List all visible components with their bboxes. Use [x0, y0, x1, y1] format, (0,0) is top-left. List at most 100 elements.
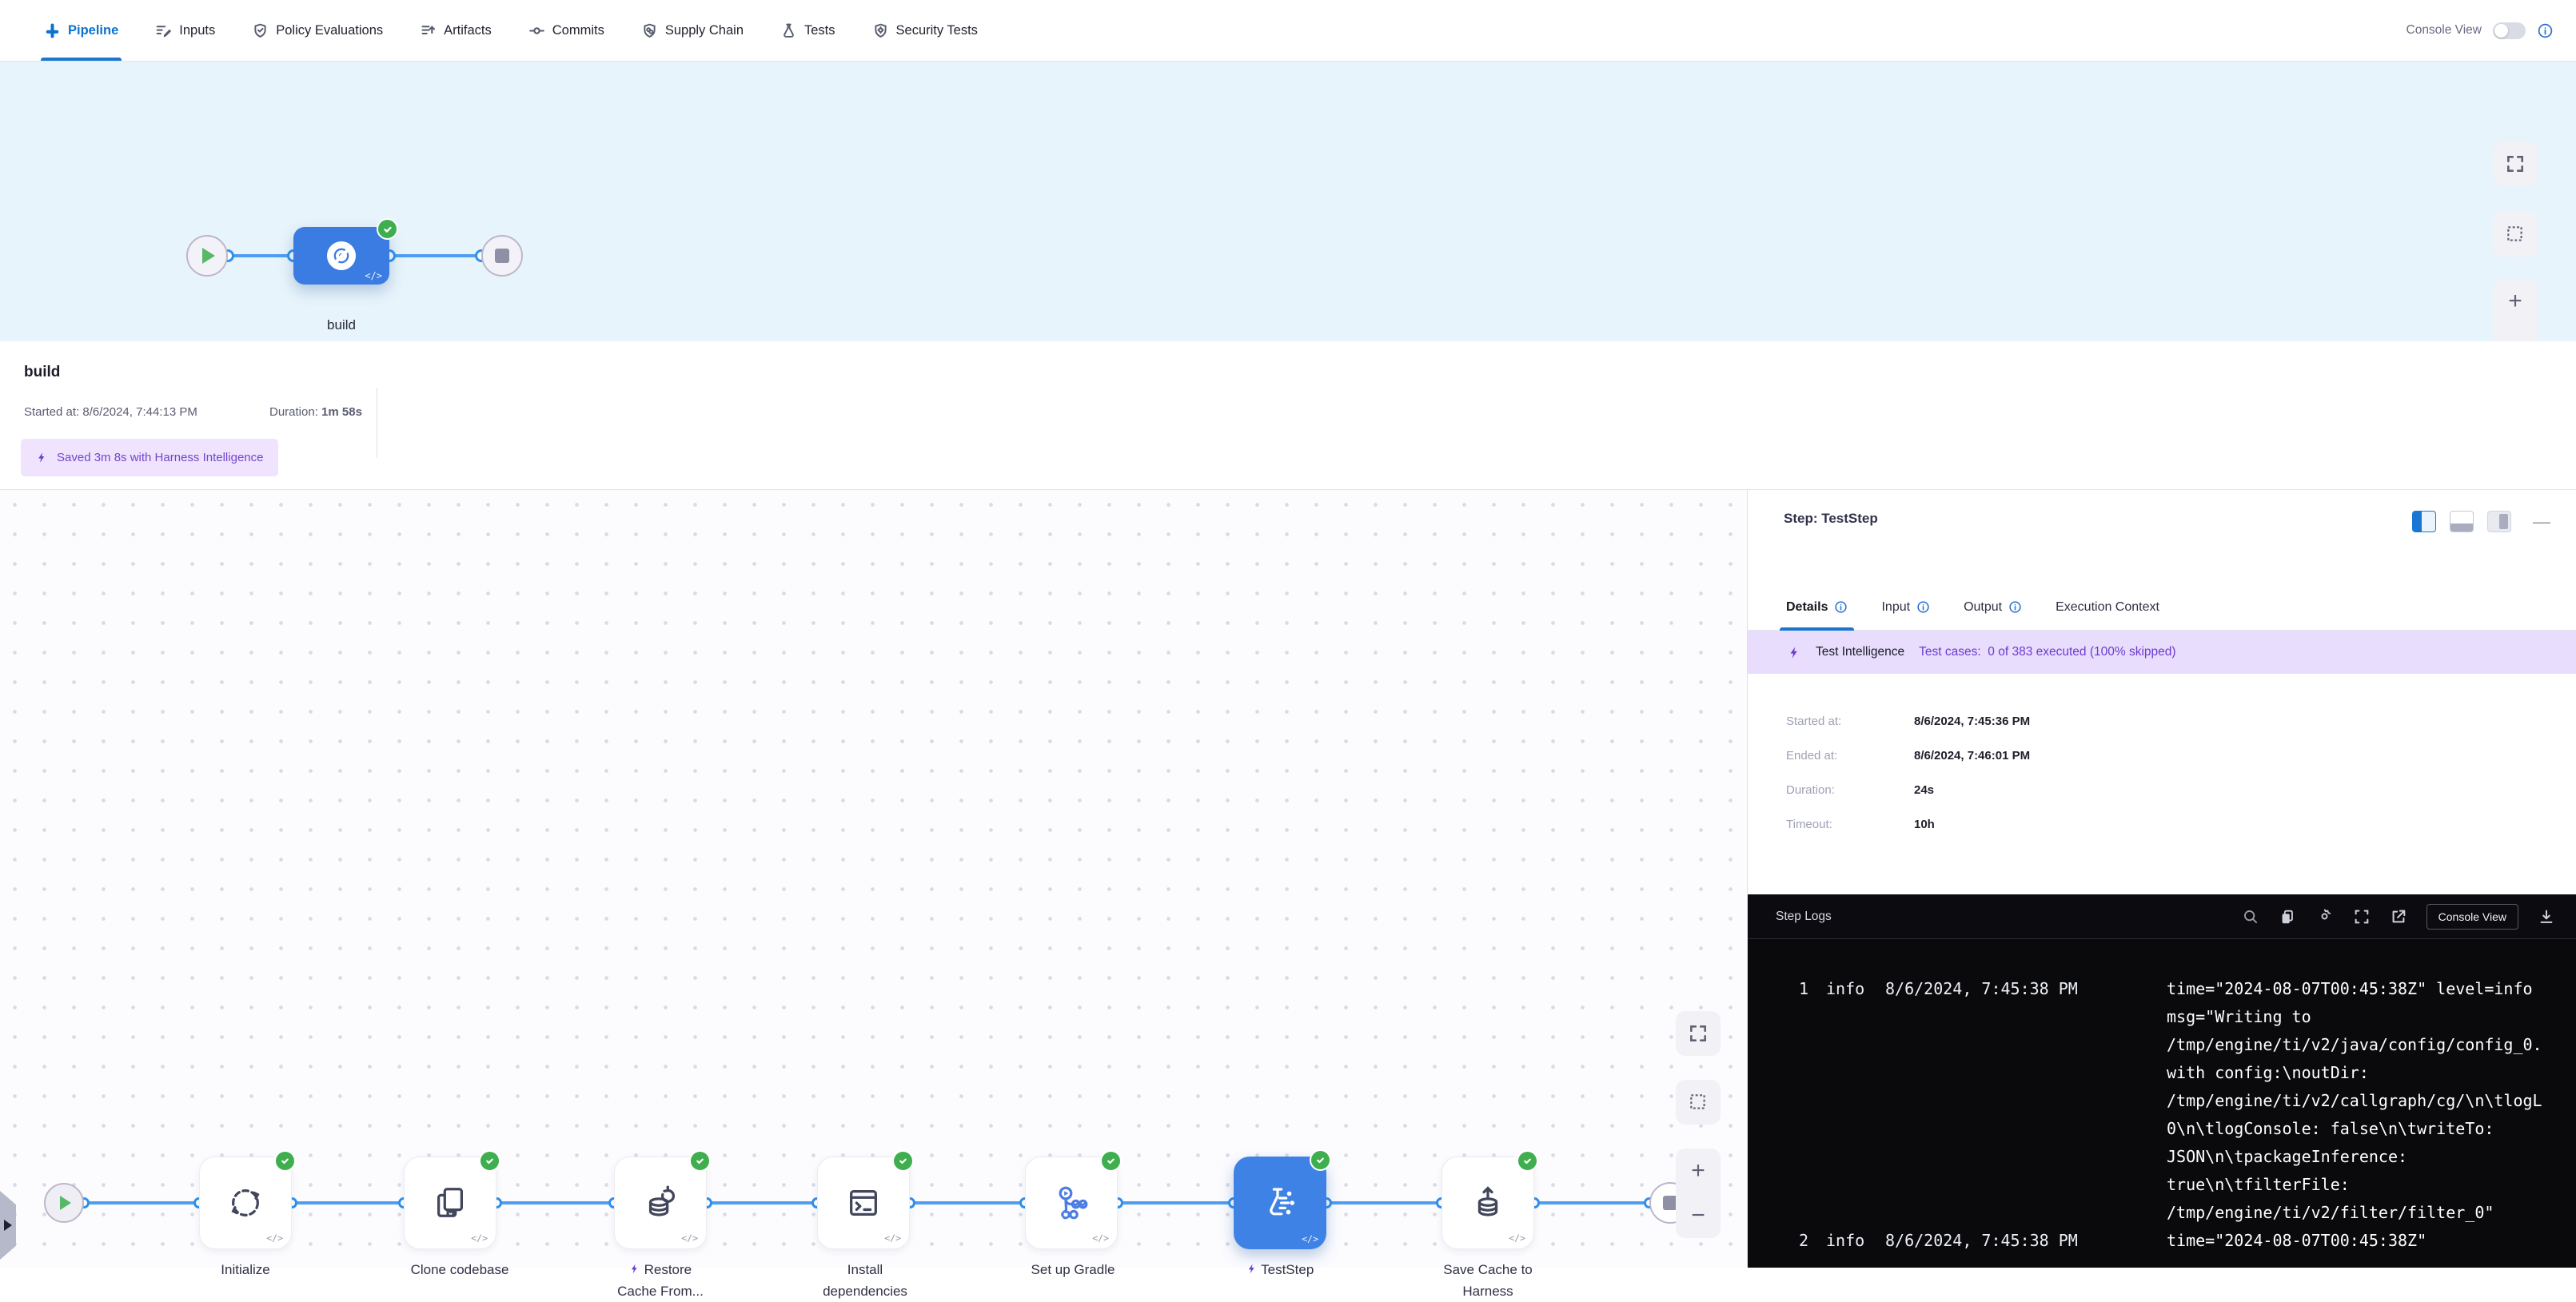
minimize-panel-icon[interactable]: —: [2533, 512, 2550, 532]
search-icon[interactable]: [2242, 908, 2259, 926]
detail-value: 10h: [1914, 818, 1935, 831]
console-view-label: Console View: [2407, 23, 2482, 38]
log-timestamp: 8/6/2024, 7:45:38 PM: [1885, 975, 2149, 1003]
tab-output[interactable]: Output: [1964, 584, 2022, 630]
tab-inputs[interactable]: Inputs: [155, 0, 215, 61]
tab-input[interactable]: Input: [1881, 584, 1930, 630]
layout-right-panel-icon[interactable]: [2487, 511, 2511, 532]
tab-label: Artifacts: [444, 23, 492, 38]
success-check-badge: [689, 1150, 711, 1172]
log-timestamp: 8/6/2024, 7:45:38 PM: [1885, 1227, 2149, 1255]
detail-value: 24s: [1914, 783, 1934, 797]
info-icon[interactable]: [2537, 22, 2554, 39]
info-icon[interactable]: [2008, 600, 2022, 614]
tab-label: Pipeline: [68, 23, 118, 38]
harness-intelligence-savings-badge[interactable]: Saved 3m 8s with Harness Intelligence: [21, 439, 278, 476]
layout-left-panel-icon[interactable]: [2412, 511, 2436, 532]
marquee-select-button[interactable]: [2493, 212, 2538, 257]
layout-bottom-panel-icon[interactable]: [2450, 511, 2474, 532]
code-glyph: </>: [365, 270, 382, 281]
detail-value: 8/6/2024, 7:46:01 PM: [1914, 749, 2030, 762]
step-card-teststep[interactable]: </>: [1234, 1157, 1326, 1249]
code-glyph: </>: [471, 1232, 488, 1244]
zoom-out-button[interactable]: −: [1676, 1193, 1721, 1238]
tab-details[interactable]: Details: [1786, 584, 1848, 630]
step-label-initialize: Initialize: [193, 1259, 297, 1280]
tab-label: Details: [1786, 600, 1828, 615]
pipeline-end-node: [481, 235, 523, 277]
success-check-badge: [377, 218, 398, 240]
tab-policy-evaluations[interactable]: Policy Evaluations: [252, 0, 383, 61]
copy-icon[interactable]: [2279, 908, 2296, 926]
stage-graph-canvas[interactable]: </> build + −: [0, 62, 2576, 341]
step-card-set-up-gradle[interactable]: </>: [1025, 1157, 1118, 1249]
gradle-plugin-icon: [1052, 1184, 1091, 1222]
fullscreen-icon[interactable]: [2353, 908, 2371, 926]
started-value: 8/6/2024, 7:44:13 PM: [82, 405, 197, 419]
tab-execution-context[interactable]: Execution Context: [2056, 584, 2159, 630]
external-link-icon[interactable]: [2390, 908, 2407, 926]
lightning-bolt-icon: [1788, 644, 1801, 661]
step-card-clone-codebase[interactable]: </>: [404, 1157, 496, 1249]
duration-label: Duration:: [269, 405, 318, 419]
download-icon[interactable]: [2538, 908, 2555, 926]
step-details-panel: Step: TestStep — Details Input Output Ex…: [1747, 489, 2576, 1268]
tab-security-tests[interactable]: Security Tests: [872, 0, 978, 61]
step-card-initialize[interactable]: </>: [199, 1157, 292, 1249]
stage-title: build: [24, 364, 60, 381]
console-view-toggle[interactable]: [2493, 22, 2526, 39]
settings-gear-icon[interactable]: [2315, 907, 2334, 926]
step-label-restore-cache: Restore Cache From...: [608, 1259, 712, 1302]
log-message: time="2024-08-07T00:45:38Z" level=info m…: [2167, 975, 2546, 1227]
detail-row-duration: Duration: 24s: [1786, 773, 2030, 807]
toggle-knob: [2494, 24, 2508, 38]
tab-label: Input: [1881, 600, 1910, 615]
zoom-in-button[interactable]: +: [1676, 1149, 1721, 1193]
inputs-icon: [155, 22, 172, 39]
ti-banner-title: Test Intelligence: [1816, 645, 1904, 659]
code-glyph: </>: [884, 1232, 901, 1244]
log-output: 1 info 8/6/2024, 7:45:38 PM time="2024-0…: [1748, 939, 2576, 1255]
fit-to-screen-button[interactable]: [1676, 1011, 1721, 1056]
step-card-restore-cache[interactable]: </>: [614, 1157, 707, 1249]
stage-summary-bar: build Started at: 8/6/2024, 7:44:13 PM D…: [0, 341, 2576, 489]
pipeline-start-node: [186, 235, 228, 277]
lightning-bolt-icon: [629, 1262, 640, 1277]
marquee-select-button[interactable]: [1676, 1080, 1721, 1125]
info-icon[interactable]: [1916, 600, 1930, 614]
detail-label: Started at:: [1786, 715, 1914, 728]
step-card-install-dependencies[interactable]: </>: [817, 1157, 910, 1249]
test-intelligence-banner: Test Intelligence Test cases: 0 of 383 e…: [1748, 631, 2576, 674]
step-graph-canvas[interactable]: </> </> </> </> </> </>: [0, 489, 1747, 1268]
tab-pipeline[interactable]: Pipeline: [44, 0, 118, 61]
detail-row-timeout: Timeout: 10h: [1786, 807, 2030, 842]
info-icon[interactable]: [1834, 600, 1848, 614]
tab-label: Security Tests: [896, 23, 978, 38]
commits-icon: [528, 22, 545, 39]
play-icon: [202, 248, 215, 264]
tab-supply-chain[interactable]: Supply Chain: [641, 0, 744, 61]
ci-stage-icon: [325, 240, 357, 272]
test-step-icon: [1261, 1184, 1299, 1222]
log-line-number: 2: [1788, 1227, 1808, 1255]
fit-to-screen-button[interactable]: [2493, 141, 2538, 186]
clone-codebase-icon: [432, 1185, 469, 1221]
tab-commits[interactable]: Commits: [528, 0, 604, 61]
zoom-in-button[interactable]: +: [2493, 279, 2538, 324]
stop-icon: [495, 249, 509, 263]
console-view-control: Console View: [2407, 22, 2554, 39]
tab-label: Tests: [804, 23, 835, 38]
chevron-right-icon: [4, 1220, 12, 1231]
initialize-icon: [227, 1185, 264, 1221]
detail-value: 8/6/2024, 7:45:36 PM: [1914, 715, 2030, 728]
console-view-button[interactable]: Console View: [2426, 904, 2518, 930]
step-card-save-cache[interactable]: </>: [1442, 1157, 1534, 1249]
stage-node-build[interactable]: </>: [293, 227, 389, 285]
success-check-badge: [274, 1150, 296, 1172]
code-glyph: </>: [266, 1232, 283, 1244]
detail-row-started: Started at: 8/6/2024, 7:45:36 PM: [1786, 704, 2030, 739]
pipeline-icon: [44, 22, 61, 39]
panel-title: Step: TestStep: [1784, 511, 1878, 527]
tab-artifacts[interactable]: Artifacts: [420, 0, 492, 61]
tab-tests[interactable]: Tests: [780, 0, 835, 61]
